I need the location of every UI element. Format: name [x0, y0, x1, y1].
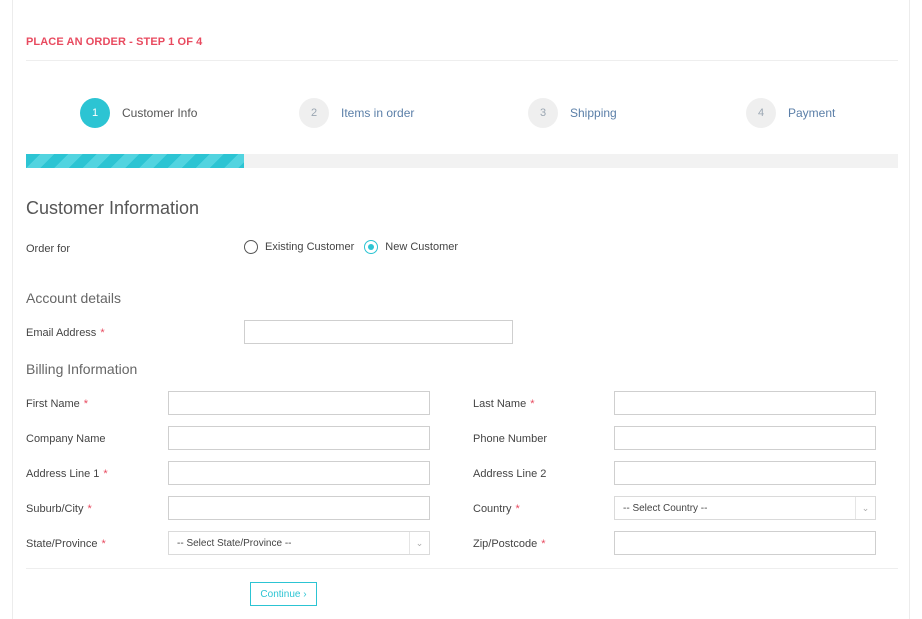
required-marker: *	[515, 503, 520, 515]
step-number-2: 2	[299, 98, 329, 128]
email-input[interactable]	[244, 320, 513, 344]
first-name-label: First Name *	[26, 398, 88, 410]
last-name-label-text: Last Name	[473, 398, 527, 410]
radio-existing-customer-label: Existing Customer	[265, 241, 355, 253]
required-marker: *	[100, 327, 105, 339]
zip-postcode-label-text: Zip/Postcode	[473, 538, 538, 550]
address-line-1-input[interactable]	[168, 461, 430, 485]
chevron-down-icon: ⌄	[855, 497, 875, 519]
email-label-text: Email Address	[26, 327, 97, 339]
step-label-customer-info: Customer Info	[122, 106, 198, 120]
required-marker: *	[541, 538, 546, 550]
order-for-radio-group: Existing Customer New Customer	[244, 240, 468, 254]
country-label-text: Country	[473, 503, 512, 515]
suburb-city-input[interactable]	[168, 496, 430, 520]
zip-postcode-input[interactable]	[614, 531, 876, 555]
company-name-label: Company Name	[26, 433, 106, 445]
company-name-input[interactable]	[168, 426, 430, 450]
step-customer-info[interactable]: 1 Customer Info	[80, 98, 197, 128]
required-marker: *	[101, 538, 106, 550]
last-name-input[interactable]	[614, 391, 876, 415]
account-details-title: Account details	[26, 290, 121, 306]
continue-button[interactable]: Continue ›	[250, 582, 317, 606]
country-label: Country *	[473, 503, 520, 515]
step-payment[interactable]: 4 Payment	[746, 98, 835, 128]
suburb-city-label: Suburb/City *	[26, 503, 92, 515]
zip-postcode-label: Zip/Postcode *	[473, 538, 545, 550]
progress-bar	[26, 154, 898, 168]
radio-new-customer-label: New Customer	[385, 241, 459, 253]
required-marker: *	[103, 468, 108, 480]
step-number-4: 4	[746, 98, 776, 128]
state-province-select[interactable]: -- Select State/Province -- ⌄	[168, 531, 430, 555]
first-name-label-text: First Name	[26, 398, 80, 410]
address-line-2-label: Address Line 2	[473, 468, 547, 480]
phone-number-input[interactable]	[614, 426, 876, 450]
order-for-label: Order for	[26, 243, 71, 255]
first-name-input[interactable]	[168, 391, 430, 415]
radio-existing-customer-indicator[interactable]	[244, 240, 258, 254]
required-marker: *	[87, 503, 92, 515]
step-shipping[interactable]: 3 Shipping	[528, 98, 617, 128]
country-select-value: -- Select Country --	[623, 502, 708, 514]
billing-information-title: Billing Information	[26, 361, 138, 377]
page-frame	[12, 0, 910, 619]
step-label-payment: Payment	[788, 106, 836, 120]
state-province-select-value: -- Select State/Province --	[177, 537, 292, 549]
radio-new-customer-indicator[interactable]	[364, 240, 379, 254]
phone-number-label: Phone Number	[473, 433, 547, 445]
radio-existing-customer[interactable]: Existing Customer	[244, 240, 354, 254]
step-items-in-order[interactable]: 2 Items in order	[299, 98, 414, 128]
last-name-label: Last Name *	[473, 398, 534, 410]
chevron-down-icon: ⌄	[409, 532, 429, 554]
address-line-2-input[interactable]	[614, 461, 876, 485]
step-label-items-in-order: Items in order	[341, 106, 415, 120]
step-label-shipping: Shipping	[570, 106, 617, 120]
email-label: Email Address *	[26, 327, 105, 339]
state-province-label: State/Province *	[26, 538, 106, 550]
progress-bar-fill	[26, 154, 244, 168]
country-select[interactable]: -- Select Country -- ⌄	[614, 496, 876, 520]
required-marker: *	[83, 398, 89, 410]
step-number-1: 1	[80, 98, 110, 128]
form-footer-divider	[26, 568, 898, 569]
address-line-1-label-text: Address Line 1	[26, 468, 100, 480]
required-marker: *	[530, 398, 535, 410]
suburb-city-label-text: Suburb/City	[26, 503, 84, 515]
address-line-1-label: Address Line 1 *	[26, 468, 108, 480]
section-title-customer-information: Customer Information	[26, 198, 200, 218]
state-province-label-text: State/Province	[26, 538, 98, 550]
radio-new-customer[interactable]: New Customer	[364, 240, 458, 254]
step-number-3: 3	[528, 98, 558, 128]
header-divider	[26, 60, 898, 61]
page-title: PLACE AN ORDER - STEP 1 OF 4	[26, 36, 203, 48]
